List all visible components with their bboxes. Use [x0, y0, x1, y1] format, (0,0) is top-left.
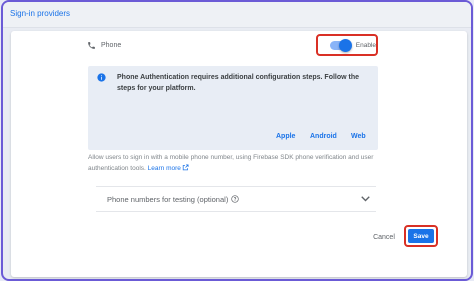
web-link[interactable]: Web [351, 133, 366, 140]
info-banner: Phone Authentication requires additional… [88, 66, 378, 150]
enable-toggle[interactable] [330, 38, 352, 52]
platform-links: Apple Android Web [88, 133, 378, 145]
header-bar: Sign-in providers [3, 2, 471, 28]
enable-toggle-highlight: Enable [316, 34, 378, 56]
enable-label: Enable [355, 41, 376, 49]
info-text: Phone Authentication requires additional… [117, 74, 360, 92]
toggle-knob [338, 38, 352, 52]
apple-link[interactable]: Apple [276, 133, 295, 140]
page-title: Sign-in providers [10, 9, 71, 18]
external-link-icon [182, 164, 189, 171]
info-icon [97, 73, 106, 82]
phone-icon [88, 41, 95, 49]
testing-numbers-label: Phone numbers for testing (optional) [107, 194, 229, 204]
cancel-button[interactable]: Cancel [364, 230, 404, 244]
provider-name: Phone [101, 41, 122, 49]
testing-numbers-expander[interactable]: Phone numbers for testing (optional) [96, 187, 376, 211]
divider [96, 211, 376, 212]
learn-more-label: Learn more [147, 165, 181, 172]
android-link[interactable]: Android [310, 133, 337, 140]
learn-more-link[interactable]: Learn more [147, 164, 189, 172]
description-text: Allow users to sign in with a mobile pho… [88, 154, 374, 172]
chevron-down-icon [361, 196, 370, 202]
save-button[interactable]: Save [408, 229, 434, 243]
provider-description: Allow users to sign in with a mobile pho… [88, 152, 376, 174]
help-icon[interactable] [231, 195, 239, 203]
